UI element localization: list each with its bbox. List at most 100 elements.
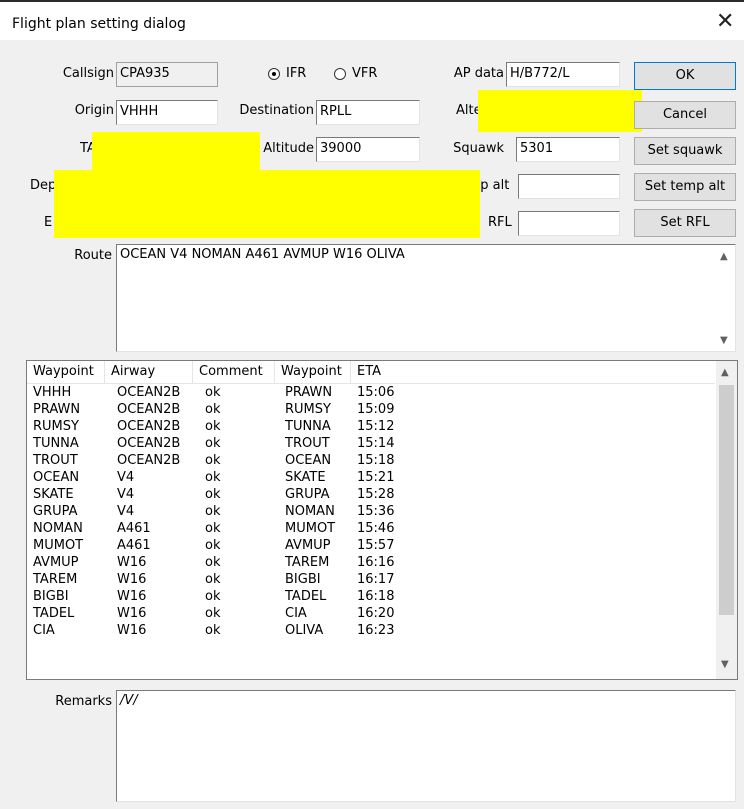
scroll-up-icon[interactable]: ▲ (721, 367, 729, 378)
table-row[interactable]: TAREM W16 ok BIGBI 16:17 (27, 572, 715, 587)
column-header[interactable]: Waypoint (27, 361, 105, 383)
remarks-textarea[interactable]: /V/ (116, 690, 736, 802)
table-cell: 16:16 (357, 555, 395, 570)
column-header[interactable]: Waypoint (275, 361, 351, 383)
table-cell: AVMUP (285, 538, 331, 553)
table-row[interactable]: NOMAN A461 ok MUMOT 15:46 (27, 521, 715, 536)
departure-label: Dep (30, 178, 57, 193)
altitude-field[interactable]: 39000 (316, 137, 420, 162)
table-cell: ok (205, 436, 221, 451)
table-cell: SKATE (285, 470, 326, 485)
table-cell: W16 (117, 606, 147, 621)
table-cell: A461 (117, 538, 151, 553)
remarks-text: /V/ (120, 693, 138, 708)
origin-label: Origin (74, 103, 114, 118)
table-cell: 15:06 (357, 385, 395, 400)
table-cell: RUMSY (285, 402, 331, 417)
table-cell: ok (205, 521, 221, 536)
route-textarea[interactable]: OCEAN V4 NOMAN A461 AVMUP W16 OLIVA ▲ ▼ (116, 244, 736, 352)
callsign-field[interactable]: CPA935 (116, 62, 218, 87)
set-temp-alt-button[interactable]: Set temp alt (634, 173, 736, 201)
table-cell: 15:14 (357, 436, 395, 451)
table-cell: 15:28 (357, 487, 395, 502)
scrollbar-thumb[interactable] (719, 385, 734, 615)
table-cell: 15:36 (357, 504, 395, 519)
rfl-field[interactable] (518, 211, 620, 236)
table-row[interactable]: OCEAN V4 ok SKATE 15:21 (27, 470, 715, 485)
vfr-radio[interactable] (334, 68, 346, 80)
list-header: Waypoint Airway Comment Waypoint ETA (27, 361, 715, 384)
table-row[interactable]: VHHH OCEAN2B ok PRAWN 15:06 (27, 385, 715, 400)
table-cell: TADEL (33, 606, 75, 621)
origin-field[interactable]: VHHH (116, 100, 218, 125)
table-row[interactable]: TUNNA OCEAN2B ok TROUT 15:14 (27, 436, 715, 451)
ifr-radio[interactable] (268, 68, 280, 80)
table-cell: 16:17 (357, 572, 395, 587)
table-row[interactable]: TADEL W16 ok CIA 16:20 (27, 606, 715, 621)
table-row[interactable]: SKATE V4 ok GRUPA 15:28 (27, 487, 715, 502)
table-cell: BIGBI (33, 589, 69, 604)
column-header[interactable]: ETA (351, 361, 715, 383)
altitude-label: Altitude (263, 141, 314, 156)
ap-data-field[interactable]: H/B772/L (506, 62, 620, 87)
table-cell: ok (205, 419, 221, 434)
table-row[interactable]: PRAWN OCEAN2B ok RUMSY 15:09 (27, 402, 715, 417)
set-rfl-button[interactable]: Set RFL (634, 209, 736, 237)
list-rows: VHHH OCEAN2B ok PRAWN 15:06 PRAWN OCEAN2B ok RUM… (27, 385, 715, 677)
table-cell: GRUPA (285, 487, 330, 502)
table-cell: W16 (117, 589, 147, 604)
table-cell: RUMSY (33, 419, 79, 434)
table-row[interactable]: BIGBI W16 ok TADEL 16:18 (27, 589, 715, 604)
table-cell: OCEAN2B (117, 402, 181, 417)
temp-alt-field[interactable] (518, 174, 620, 199)
table-cell: TAREM (33, 572, 78, 587)
table-row[interactable]: RUMSY OCEAN2B ok TUNNA 15:12 (27, 419, 715, 434)
scroll-up-icon[interactable]: ▲ (720, 251, 728, 262)
table-cell: OCEAN (285, 453, 332, 468)
table-cell: ok (205, 487, 221, 502)
remarks-label: Remarks (55, 694, 112, 709)
table-cell: 16:18 (357, 589, 395, 604)
table-cell: OCEAN2B (117, 419, 181, 434)
ifr-label: IFR (286, 66, 307, 81)
squawk-field[interactable]: 5301 (516, 137, 620, 162)
table-cell: BIGBI (285, 572, 321, 587)
table-cell: CIA (285, 606, 307, 621)
scroll-down-icon[interactable]: ▼ (720, 335, 728, 346)
table-row[interactable]: TROUT OCEAN2B ok OCEAN 15:18 (27, 453, 715, 468)
table-cell: V4 (117, 504, 135, 519)
table-cell: W16 (117, 572, 147, 587)
close-icon[interactable]: ✕ (716, 11, 734, 33)
set-squawk-button[interactable]: Set squawk (634, 137, 736, 165)
column-header[interactable]: Airway (105, 361, 193, 383)
cancel-button[interactable]: Cancel (634, 101, 736, 129)
list-scrollbar[interactable]: ▲ ▼ (716, 361, 737, 679)
table-row[interactable]: MUMOT A461 ok AVMUP 15:57 (27, 538, 715, 553)
redacted-tas (92, 132, 260, 170)
waypoint-list[interactable]: Waypoint Airway Comment Waypoint ETA VHH… (26, 360, 738, 680)
ap-data-label: AP data (453, 66, 504, 81)
table-cell: PRAWN (285, 385, 333, 400)
destination-field[interactable]: RPLL (316, 100, 420, 125)
table-cell: ok (205, 623, 221, 638)
window-title: Flight plan setting dialog (12, 16, 186, 32)
ok-button[interactable]: OK (634, 62, 736, 90)
table-cell: OLIVA (285, 623, 324, 638)
table-cell: ok (205, 606, 221, 621)
table-cell: W16 (117, 623, 147, 638)
column-header[interactable]: Comment (193, 361, 275, 383)
table-cell: TUNNA (285, 419, 331, 434)
route-label: Route (74, 248, 112, 263)
table-row[interactable]: CIA W16 ok OLIVA 16:23 (27, 623, 715, 638)
table-cell: ok (205, 555, 221, 570)
table-cell: ok (205, 572, 221, 587)
scroll-down-icon[interactable]: ▼ (721, 659, 729, 670)
table-cell: VHHH (33, 385, 72, 400)
table-cell: 15:12 (357, 419, 395, 434)
table-cell: V4 (117, 470, 135, 485)
table-cell: 16:20 (357, 606, 395, 621)
table-row[interactable]: AVMUP W16 ok TAREM 16:16 (27, 555, 715, 570)
table-row[interactable]: GRUPA V4 ok NOMAN 15:36 (27, 504, 715, 519)
table-cell: OCEAN2B (117, 453, 181, 468)
route-text: OCEAN V4 NOMAN A461 AVMUP W16 OLIVA (120, 247, 405, 262)
